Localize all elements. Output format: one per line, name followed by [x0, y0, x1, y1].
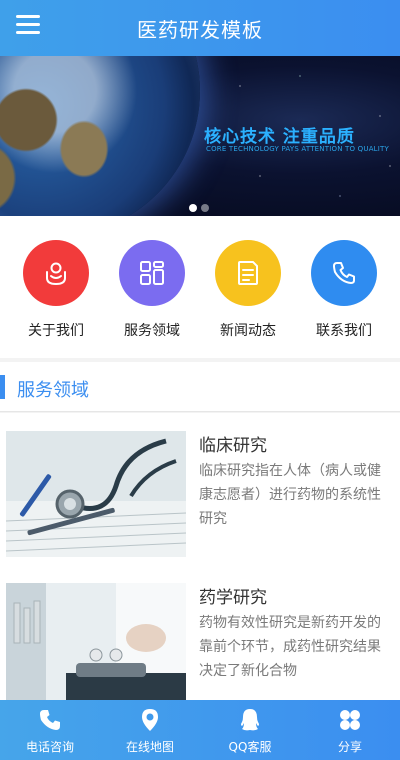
- laboratory-image: [6, 583, 186, 709]
- article-desc: 药物有效性研究是新药开发的靠前个环节，成药性研究结果决定了新化合物: [199, 615, 381, 679]
- bottom-nav: 电话咨询 在线地图 QQ客服 分享: [0, 700, 400, 760]
- phone-icon: [40, 710, 60, 730]
- quick-nav-label: 关于我们: [28, 323, 84, 339]
- handshake-icon: [23, 240, 89, 306]
- document-icon: [215, 240, 281, 306]
- map-pin-icon: [142, 709, 158, 731]
- bottom-nav-qq[interactable]: QQ客服: [200, 700, 300, 760]
- section-title: 服务领域: [17, 380, 89, 401]
- list-item[interactable]: 临床研究 临床研究指在人体（病人或健康志愿者）进行药物的系统性研究: [6, 431, 396, 557]
- banner-carousel[interactable]: 核心技术 注重品质 CORE TECHNOLOGY PAYS ATTENTION…: [0, 56, 400, 216]
- article-desc: 临床研究指在人体（病人或健康志愿者）进行药物的系统性研究: [199, 463, 381, 527]
- article-list: 临床研究 临床研究指在人体（病人或健康志愿者）进行药物的系统性研究 药学研究 药…: [0, 413, 400, 709]
- carousel-dots: [189, 204, 209, 212]
- phone-icon: [311, 240, 377, 306]
- share-icon: [340, 710, 360, 730]
- quick-nav-contact[interactable]: 联系我们: [304, 240, 384, 340]
- carousel-dot-2[interactable]: [201, 204, 209, 212]
- bottom-nav-map[interactable]: 在线地图: [100, 700, 200, 760]
- stethoscope-image: [6, 431, 186, 557]
- section-header: 服务领域: [0, 362, 400, 412]
- bottom-nav-label: 电话咨询: [25, 740, 74, 754]
- list-item[interactable]: 药学研究 药物有效性研究是新药开发的靠前个环节，成药性研究结果决定了新化合物: [6, 583, 396, 709]
- quick-nav-news[interactable]: 新闻动态: [208, 240, 288, 340]
- quick-nav: 关于我们 服务领域 新闻动态 联系我们: [0, 216, 400, 358]
- article-title: 药学研究: [199, 588, 267, 608]
- carousel-dot-1[interactable]: [189, 204, 197, 212]
- quick-nav-label: 新闻动态: [220, 323, 276, 339]
- quick-nav-label: 服务领域: [124, 323, 180, 339]
- grid-icon: [119, 240, 185, 306]
- bottom-nav-label: QQ客服: [228, 740, 272, 754]
- banner-title: 核心技术 注重品质: [204, 127, 355, 147]
- quick-nav-label: 联系我们: [316, 323, 372, 339]
- section-accent-bar: [0, 375, 5, 399]
- bottom-nav-phone[interactable]: 电话咨询: [0, 700, 100, 760]
- banner-subtitle: CORE TECHNOLOGY PAYS ATTENTION TO QUALIT…: [206, 145, 389, 153]
- page-title: 医药研发模板: [137, 17, 263, 42]
- app-header: 医药研发模板: [0, 0, 400, 56]
- article-title: 临床研究: [199, 436, 267, 456]
- qq-icon: [241, 709, 259, 731]
- bottom-nav-share[interactable]: 分享: [300, 700, 400, 760]
- bottom-nav-label: 分享: [337, 740, 362, 754]
- menu-icon[interactable]: [16, 15, 40, 37]
- quick-nav-about[interactable]: 关于我们: [16, 240, 96, 340]
- quick-nav-services[interactable]: 服务领域: [112, 240, 192, 340]
- bottom-nav-label: 在线地图: [125, 740, 174, 754]
